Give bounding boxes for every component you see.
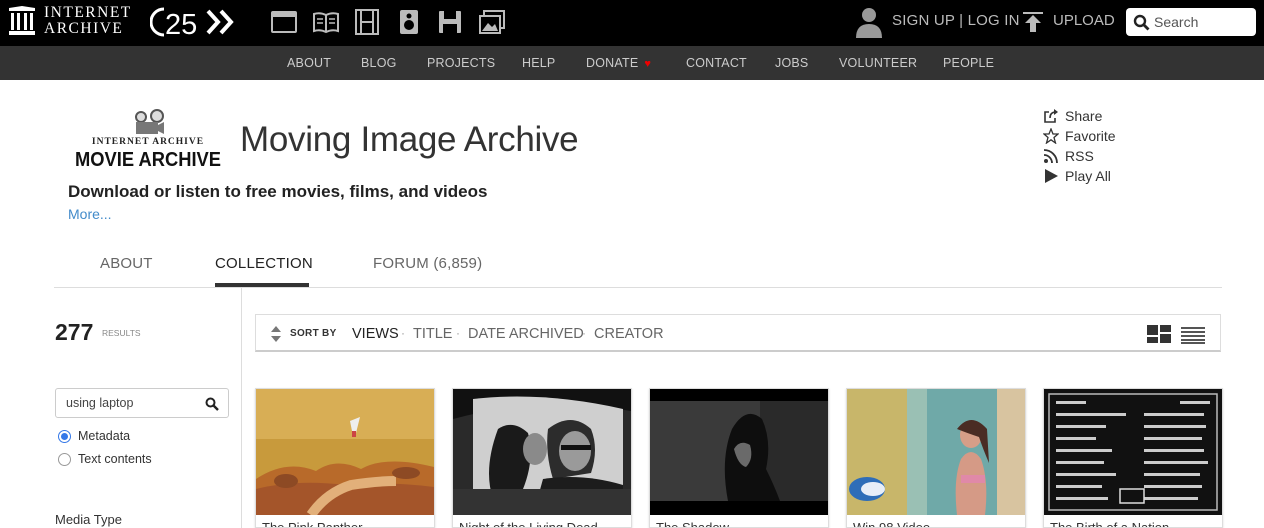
tile-view-icon[interactable] [1147,325,1171,343]
play-icon [1045,169,1058,183]
upload-icon[interactable] [1022,11,1044,33]
tile-title[interactable]: Win 98 Video [853,520,930,527]
share-action[interactable]: Share [1043,106,1116,126]
sort-creator[interactable]: CREATOR [594,326,664,342]
play-all-label: Play All [1065,168,1111,184]
share-label: Share [1065,108,1103,124]
thumbnail-pool [847,389,1025,515]
collection-search-input[interactable] [66,395,196,411]
anniversary-25-logo[interactable]: 25 [150,5,246,39]
movie-archive-logo: INTERNET ARCHIVE MOVIE ARCHIVE [75,109,221,170]
nav-projects[interactable]: PROJECTS [427,56,495,70]
rss-action[interactable]: RSS [1043,146,1116,166]
logo-line-1: INTERNET [44,4,132,21]
film-projector-icon [135,109,164,134]
nav-donate-label: DONATE [586,56,639,70]
images-icon[interactable] [478,8,506,36]
radio-button[interactable] [58,452,71,466]
radio-text-contents-label: Text contents [78,452,152,466]
sort-date-archived[interactable]: DATE ARCHIVED [468,326,584,342]
collection-subtitle: Download or listen to free movies, films… [68,182,488,201]
texts-icon[interactable] [312,8,340,36]
nav-contact[interactable]: CONTACT [686,56,747,70]
nav-people[interactable]: PEOPLE [943,56,994,70]
tile-title[interactable]: Night of the Living Dead [459,520,598,527]
search-icon[interactable] [205,397,219,411]
favorite-action[interactable]: Favorite [1043,126,1116,146]
anniversary-number: 25 [165,9,197,39]
radio-metadata[interactable]: Metadata [58,429,130,443]
favorite-label: Favorite [1065,128,1116,144]
thumbnail-shadow [650,389,828,515]
user-avatar-icon[interactable] [855,5,883,39]
upload-link[interactable]: UPLOAD [1053,12,1115,29]
archive-building-icon [9,6,35,35]
play-all-action[interactable]: Play All [1043,166,1116,186]
facet-heading-media-type: Media Type [55,512,122,527]
sort-separator: · [456,326,460,340]
rss-label: RSS [1065,148,1094,164]
search-icon [1133,14,1150,31]
result-tile[interactable]: The Birth of a Nation [1043,388,1223,528]
result-tile[interactable]: The Shadow [649,388,829,528]
share-icon [1044,109,1058,123]
nav-blog[interactable]: BLOG [361,56,397,70]
tabs-divider [54,287,1222,288]
signup-login-link[interactable]: SIGN UP | LOG IN [892,12,1020,29]
sort-by-label: SORT BY [290,328,337,339]
top-search-input[interactable]: Search [1126,8,1256,36]
sort-separator: · [582,326,586,340]
nav-help[interactable]: HELP [522,56,555,70]
result-tile[interactable]: Night of the Living Dead [452,388,632,528]
tile-title[interactable]: The Birth of a Nation [1050,520,1169,527]
top-bar: INTERNET ARCHIVE 25 SIGN UP | LOG IN UPL… [0,0,1264,46]
list-view-icon[interactable] [1181,326,1205,344]
more-link[interactable]: More... [68,206,112,222]
radio-text-contents[interactable]: Text contents [58,452,152,466]
logo-line-2: ARCHIVE [44,20,124,37]
collection-search-field[interactable] [55,388,229,418]
tile-title[interactable]: The Pink Panther... [262,520,373,527]
result-tile[interactable]: Win 98 Video [846,388,1026,528]
thumbnail-car-scene [453,389,631,515]
nav-about[interactable]: ABOUT [287,56,331,70]
nav-jobs[interactable]: JOBS [775,56,808,70]
internet-archive-logo[interactable]: INTERNET ARCHIVE [8,5,132,37]
sort-bar: SORT BY VIEWS · TITLE · DATE ARCHIVED · … [255,314,1221,352]
star-icon [1043,128,1059,144]
movie-logo-line-1: INTERNET ARCHIVE [92,137,204,147]
sort-views[interactable]: VIEWS [352,326,399,342]
results-label: RESULTS [102,328,141,338]
movie-logo-line-2: MOVIE ARCHIVE [75,149,221,170]
nav-volunteer[interactable]: VOLUNTEER [839,56,917,70]
heart-icon: ♥ [644,58,652,70]
nav-bar: ABOUT BLOG PROJECTS HELP DONATE ♥ CONTACT… [0,46,1264,80]
radio-metadata-label: Metadata [78,429,131,443]
sort-separator: · [401,326,405,340]
rss-icon [1043,149,1058,164]
audio-icon[interactable] [395,8,423,36]
tile-title[interactable]: The Shadow [656,520,729,527]
media-type-icons [270,8,519,36]
nav-donate[interactable]: DONATE ♥ [586,56,651,70]
sidebar-divider [241,288,242,528]
sort-title[interactable]: TITLE [413,326,452,342]
software-icon[interactable] [436,8,464,36]
sort-direction-icon[interactable] [271,326,281,342]
page-title: Moving Image Archive [240,120,579,159]
results-count: 277 [55,319,94,345]
thumbnail-cast-card [1044,389,1222,515]
tab-forum[interactable]: FORUM (6,859) [373,255,482,272]
result-tile[interactable]: The Pink Panther... [255,388,435,528]
search-placeholder: Search [1154,14,1199,30]
video-icon[interactable] [353,8,381,36]
web-icon[interactable] [270,8,298,36]
collection-actions: Share Favorite RSS Play All [1043,106,1116,186]
radio-button-selected[interactable] [58,429,71,443]
tab-about[interactable]: ABOUT [100,255,153,272]
tab-collection[interactable]: COLLECTION [215,255,313,272]
thumbnail-cartoon [256,389,434,515]
